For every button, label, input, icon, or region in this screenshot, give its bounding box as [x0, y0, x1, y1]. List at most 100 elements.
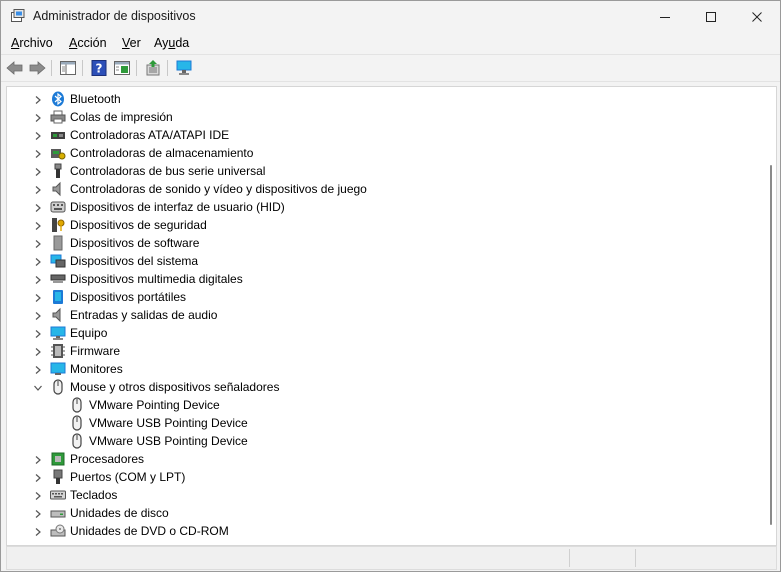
chevron-right-icon[interactable]: [33, 364, 43, 374]
tree-item-label: VMware Pointing Device: [89, 398, 220, 412]
menu-accion[interactable]: Acción: [69, 36, 107, 50]
tree-device[interactable]: VMware Pointing Device: [7, 396, 747, 414]
mouse-icon: [69, 433, 85, 449]
back-arrow-icon: [6, 61, 23, 75]
tree-item-label: Bluetooth: [70, 92, 121, 106]
system-device-icon: [50, 253, 66, 269]
status-bar: [6, 546, 777, 570]
show-hide-tree-button[interactable]: [59, 59, 77, 77]
tree-category[interactable]: Firmware: [7, 342, 747, 360]
tree-category[interactable]: Puertos (COM y LPT): [7, 468, 747, 486]
tree-category[interactable]: Controladoras de almacenamiento: [7, 144, 747, 162]
close-icon: [752, 11, 762, 22]
close-button[interactable]: [734, 1, 780, 32]
window-title: Administrador de dispositivos: [33, 9, 196, 23]
minimize-button[interactable]: [642, 1, 688, 32]
mouse-icon: [69, 397, 85, 413]
chevron-right-icon[interactable]: [33, 184, 43, 194]
tree-category[interactable]: Bluetooth: [7, 90, 747, 108]
chevron-right-icon[interactable]: [33, 328, 43, 338]
chevron-right-icon[interactable]: [33, 148, 43, 158]
maximize-icon: [706, 11, 716, 22]
chevron-right-icon[interactable]: [33, 220, 43, 230]
tree-category[interactable]: Entradas y salidas de audio: [7, 306, 747, 324]
chevron-right-icon[interactable]: [33, 490, 43, 500]
tree-item-label: Monitores: [70, 362, 123, 376]
firmware-icon: [50, 343, 66, 359]
tree-category[interactable]: Mouse y otros dispositivos señaladores: [7, 378, 747, 396]
tree-category[interactable]: Colas de impresión: [7, 108, 747, 126]
update-driver-icon: [146, 60, 160, 76]
tree-item-label: Dispositivos del sistema: [70, 254, 199, 268]
tree-category[interactable]: Unidades de DVD o CD-ROM: [7, 522, 747, 540]
tree-category[interactable]: Dispositivos portátiles: [7, 288, 747, 306]
menu-archivo[interactable]: Archivo: [11, 36, 53, 50]
maximize-button[interactable]: [688, 1, 734, 32]
tree-category[interactable]: Unidades de disco: [7, 504, 747, 522]
chevron-right-icon[interactable]: [33, 292, 43, 302]
chevron-right-icon[interactable]: [33, 472, 43, 482]
vertical-scrollbar[interactable]: [766, 87, 776, 545]
tree-category[interactable]: Controladoras de bus serie universal: [7, 162, 747, 180]
chevron-right-icon[interactable]: [33, 346, 43, 356]
scrollbar-thumb[interactable]: [770, 165, 772, 525]
hid-icon: [50, 199, 66, 215]
update-driver-button[interactable]: [144, 59, 162, 77]
tree-item-label: Controladoras de bus serie universal: [70, 164, 266, 178]
properties-button[interactable]: [113, 59, 131, 77]
toolbar-separator: [167, 60, 168, 76]
tree-category[interactable]: Dispositivos del sistema: [7, 252, 747, 270]
scan-hardware-button[interactable]: [175, 59, 193, 77]
toolbar-separator: [136, 60, 137, 76]
chevron-right-icon[interactable]: [33, 526, 43, 536]
chevron-right-icon[interactable]: [33, 166, 43, 176]
back-button[interactable]: [6, 59, 24, 77]
tree-category[interactable]: Controladoras de sonido y vídeo y dispos…: [7, 180, 747, 198]
software-device-icon: [50, 235, 66, 251]
chevron-right-icon[interactable]: [33, 256, 43, 266]
tree-item-label: VMware USB Pointing Device: [89, 434, 248, 448]
chevron-right-icon[interactable]: [33, 112, 43, 122]
tree-category[interactable]: Dispositivos de software: [7, 234, 747, 252]
tree-category[interactable]: Monitores: [7, 360, 747, 378]
tree-item-label: Teclados: [70, 488, 118, 502]
tree-item-label: Dispositivos de interfaz de usuario (HID…: [70, 200, 285, 214]
help-button[interactable]: ?: [90, 59, 108, 77]
tree-category[interactable]: Controladoras ATA/ATAPI IDE: [7, 126, 747, 144]
chevron-right-icon[interactable]: [33, 130, 43, 140]
forward-button[interactable]: [28, 59, 46, 77]
tree-item-label: Mouse y otros dispositivos señaladores: [70, 380, 280, 394]
scan-hardware-icon: [176, 60, 192, 75]
toolbar: ?: [1, 54, 780, 82]
processor-icon: [50, 451, 66, 467]
chevron-down-icon[interactable]: [33, 382, 43, 392]
chevron-right-icon[interactable]: [33, 94, 43, 104]
tree-item-label: Colas de impresión: [70, 110, 173, 124]
tree-category[interactable]: Teclados: [7, 486, 747, 504]
chevron-right-icon[interactable]: [33, 202, 43, 212]
chevron-right-icon[interactable]: [33, 274, 43, 284]
menu-bar: Archivo Acción Ver Ayuda: [1, 32, 780, 54]
tree-item-label: Unidades de disco: [70, 506, 169, 520]
tree-category[interactable]: Equipo: [7, 324, 747, 342]
toolbar-separator: [51, 60, 52, 76]
menu-ayuda[interactable]: Ayuda: [154, 36, 189, 50]
tree-device[interactable]: VMware USB Pointing Device: [7, 414, 747, 432]
tree-category[interactable]: Dispositivos de seguridad: [7, 216, 747, 234]
chevron-right-icon[interactable]: [33, 508, 43, 518]
tree-category[interactable]: Procesadores: [7, 450, 747, 468]
tree-item-label: VMware USB Pointing Device: [89, 416, 248, 430]
device-manager-app-icon: [11, 9, 25, 22]
device-tree-panel[interactable]: Bluetooth Colas de impresión Controladoras…: [6, 86, 777, 546]
title-bar[interactable]: Administrador de dispositivos: [1, 1, 780, 32]
chevron-right-icon[interactable]: [33, 310, 43, 320]
chevron-right-icon[interactable]: [33, 238, 43, 248]
printer-icon: [50, 109, 66, 125]
help-icon: ?: [91, 60, 107, 76]
tree-category[interactable]: Dispositivos de interfaz de usuario (HID…: [7, 198, 747, 216]
portable-device-icon: [50, 289, 66, 305]
menu-ver[interactable]: Ver: [122, 36, 141, 50]
tree-category[interactable]: Dispositivos multimedia digitales: [7, 270, 747, 288]
tree-device[interactable]: VMware USB Pointing Device: [7, 432, 747, 450]
chevron-right-icon[interactable]: [33, 454, 43, 464]
